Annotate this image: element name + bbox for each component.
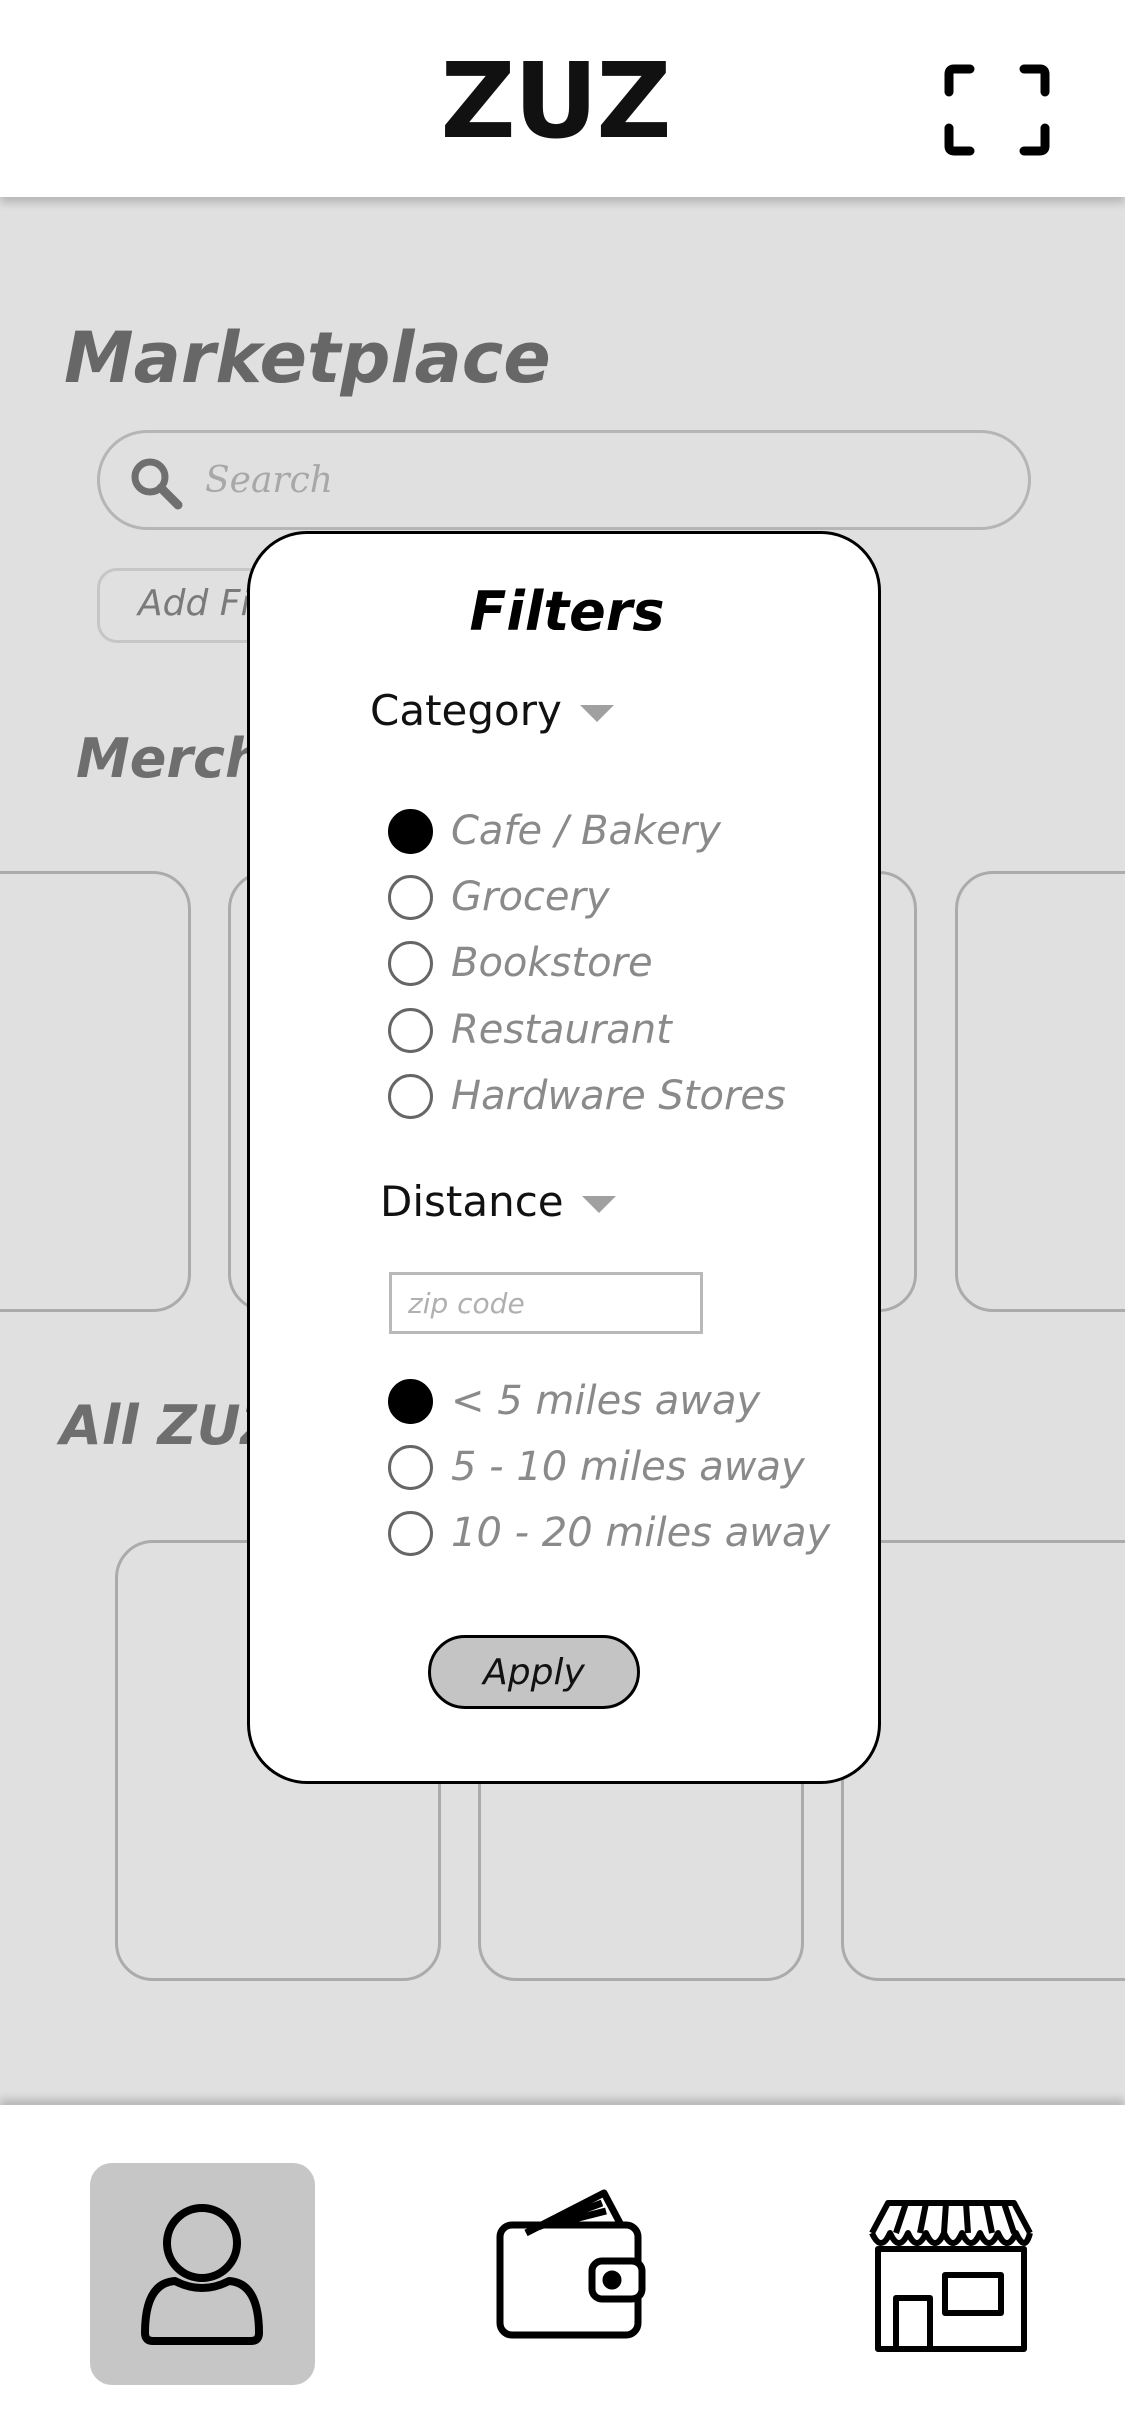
tab-storefront[interactable] [830, 2163, 1055, 2385]
tab-wallet[interactable] [456, 2163, 681, 2385]
radio-selected[interactable] [388, 808, 433, 854]
app-header: ZUZ [0, 0, 1125, 197]
radio-unselected[interactable] [388, 1510, 433, 1556]
option-label: < 5 miles away [451, 1378, 761, 1424]
option-label: Hardware Stores [451, 1073, 786, 1119]
distance-dropdown[interactable]: Distance [380, 1177, 616, 1226]
add-filter-label: Add Fil [138, 583, 261, 624]
store-card[interactable] [841, 1540, 1125, 1981]
radio-selected[interactable] [388, 1378, 433, 1424]
distance-option-10-20[interactable]: 10 - 20 miles away [388, 1508, 830, 1558]
profile-icon [141, 2204, 263, 2345]
chevron-down-icon [579, 705, 614, 722]
search-icon [131, 458, 183, 510]
distance-label: Distance [380, 1177, 564, 1226]
apply-button[interactable]: Apply [428, 1635, 640, 1709]
bottom-tab-bar [0, 2105, 1125, 2436]
radio-unselected[interactable] [388, 1007, 433, 1053]
zip-code-input[interactable] [389, 1272, 703, 1334]
merchant-card[interactable] [0, 871, 191, 1312]
merchant-card[interactable] [955, 871, 1125, 1312]
option-label: 5 - 10 miles away [451, 1444, 805, 1490]
category-option-cafe-bakery[interactable]: Cafe / Bakery [388, 806, 721, 856]
wallet-icon [496, 2189, 646, 2339]
category-label: Category [370, 686, 562, 735]
radio-unselected[interactable] [388, 940, 433, 986]
category-option-hardware-stores[interactable]: Hardware Stores [388, 1071, 786, 1121]
merchants-heading: Merch [76, 727, 264, 790]
tab-profile[interactable] [90, 2163, 315, 2385]
radio-unselected[interactable] [388, 1444, 433, 1490]
distance-option-5-10[interactable]: 5 - 10 miles away [388, 1442, 805, 1492]
option-label: Cafe / Bakery [451, 808, 721, 854]
filters-modal: Filters Category Cafe / Bakery Grocery B… [247, 531, 881, 1784]
page-title: Marketplace [64, 317, 551, 399]
category-option-bookstore[interactable]: Bookstore [388, 938, 653, 988]
option-label: 10 - 20 miles away [451, 1510, 831, 1556]
radio-unselected[interactable] [388, 874, 433, 920]
scan-frame-icon[interactable] [944, 64, 1050, 156]
chevron-down-icon [581, 1196, 616, 1213]
category-dropdown[interactable]: Category [370, 686, 614, 735]
option-label: Bookstore [451, 940, 653, 986]
search-bar[interactable]: Search [97, 430, 1031, 530]
radio-unselected[interactable] [388, 1073, 433, 1119]
option-label: Grocery [451, 874, 610, 920]
storefront-icon [869, 2200, 1033, 2352]
distance-option-under-5[interactable]: < 5 miles away [388, 1376, 760, 1426]
category-option-grocery[interactable]: Grocery [388, 872, 610, 922]
search-placeholder: Search [205, 460, 333, 501]
option-label: Restaurant [451, 1007, 672, 1053]
category-option-restaurant[interactable]: Restaurant [388, 1005, 672, 1055]
filters-title: Filters [469, 580, 665, 643]
